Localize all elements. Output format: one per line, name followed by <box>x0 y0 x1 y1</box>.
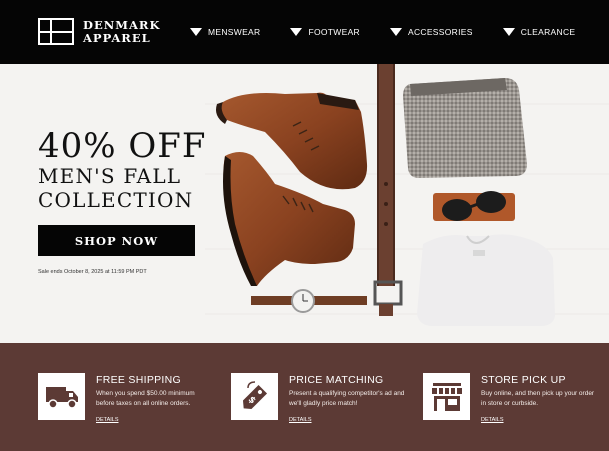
hero-subhead: MEN'S FALL COLLECTION <box>38 164 206 212</box>
price-tag-icon: $ <box>231 373 278 420</box>
truck-icon <box>38 373 85 420</box>
feature-title: FREE SHIPPING <box>96 374 181 386</box>
feature-description: Present a qualifying competitor's ad and… <box>289 390 405 407</box>
brand-name-line2: APPAREL <box>83 30 151 45</box>
feature-text: STORE PICK UP Buy online, and then pick … <box>481 373 599 426</box>
watch-image <box>251 289 367 313</box>
nav-item-label: FOOTWEAR <box>308 27 360 37</box>
caret-down-icon <box>190 28 202 36</box>
features-band: FREE SHIPPING When you spend $50.00 mini… <box>0 343 609 451</box>
storefront-icon <box>423 373 470 420</box>
feature-free-shipping: FREE SHIPPING When you spend $50.00 mini… <box>38 373 214 426</box>
feature-store-pick-up: STORE PICK UP Buy online, and then pick … <box>423 373 599 426</box>
nav-item-label: ACCESSORIES <box>407 27 473 37</box>
caret-down-icon <box>502 28 515 36</box>
sunglasses-image <box>433 191 515 221</box>
brand-name-line1: DENMARK <box>83 17 161 32</box>
feature-title: STORE PICK UP <box>481 374 566 386</box>
feature-title: PRICE MATCHING <box>289 374 384 386</box>
brand-logo[interactable]: DENMARK APPAREL <box>38 18 160 45</box>
sale-end-note: Sale ends October 8, 2025 at 11:59 PM PD… <box>38 269 147 275</box>
tshirt-image <box>417 234 555 326</box>
nav-item-menswear[interactable]: MENSWEAR <box>190 27 260 37</box>
nav-item-footwear[interactable]: FOOTWEAR <box>290 27 360 37</box>
trousers-image <box>403 78 527 178</box>
nav-item-label: CLEARANCE <box>520 27 576 37</box>
brand-flag-icon <box>38 18 74 45</box>
details-link[interactable]: DETAILS <box>481 417 504 423</box>
nav-item-label: MENSWEAR <box>208 27 261 37</box>
nav-item-clearance[interactable]: CLEARANCE <box>502 27 576 37</box>
hero-headline: 40% OFF <box>38 126 207 166</box>
caret-down-icon <box>389 28 402 36</box>
belt-image <box>373 64 403 316</box>
hero-product-photo <box>205 64 609 326</box>
brand-name: DENMARK APPAREL <box>83 17 161 45</box>
hero-subhead-line2: COLLECTION <box>38 188 194 212</box>
details-link[interactable]: DETAILS <box>96 417 119 423</box>
main-nav: MENSWEAR FOOTWEAR ACCESSORIES CLEARANCE <box>190 0 605 64</box>
hero-copy: 40% OFF MEN'S FALL COLLECTION <box>38 128 206 212</box>
shop-now-button[interactable]: SHOP NOW <box>38 225 195 256</box>
hero-banner: 40% OFF MEN'S FALL COLLECTION SHOP NOW S… <box>0 64 609 343</box>
feature-price-matching: $ PRICE MATCHING Present a qualifying co… <box>231 373 407 426</box>
site-header: DENMARK APPAREL MENSWEAR FOOTWEAR ACCESS… <box>0 0 609 64</box>
feature-text: FREE SHIPPING When you spend $50.00 mini… <box>96 373 214 426</box>
details-link[interactable]: DETAILS <box>289 417 312 423</box>
caret-down-icon <box>290 28 303 36</box>
feature-description: Buy online, and then pick up your order … <box>481 390 595 407</box>
nav-item-accessories[interactable]: ACCESSORIES <box>389 27 473 37</box>
hero-subhead-line1: MEN'S FALL <box>38 164 182 188</box>
feature-description: When you spend $50.00 minimum before tax… <box>96 390 195 407</box>
feature-text: PRICE MATCHING Present a qualifying comp… <box>289 373 407 426</box>
